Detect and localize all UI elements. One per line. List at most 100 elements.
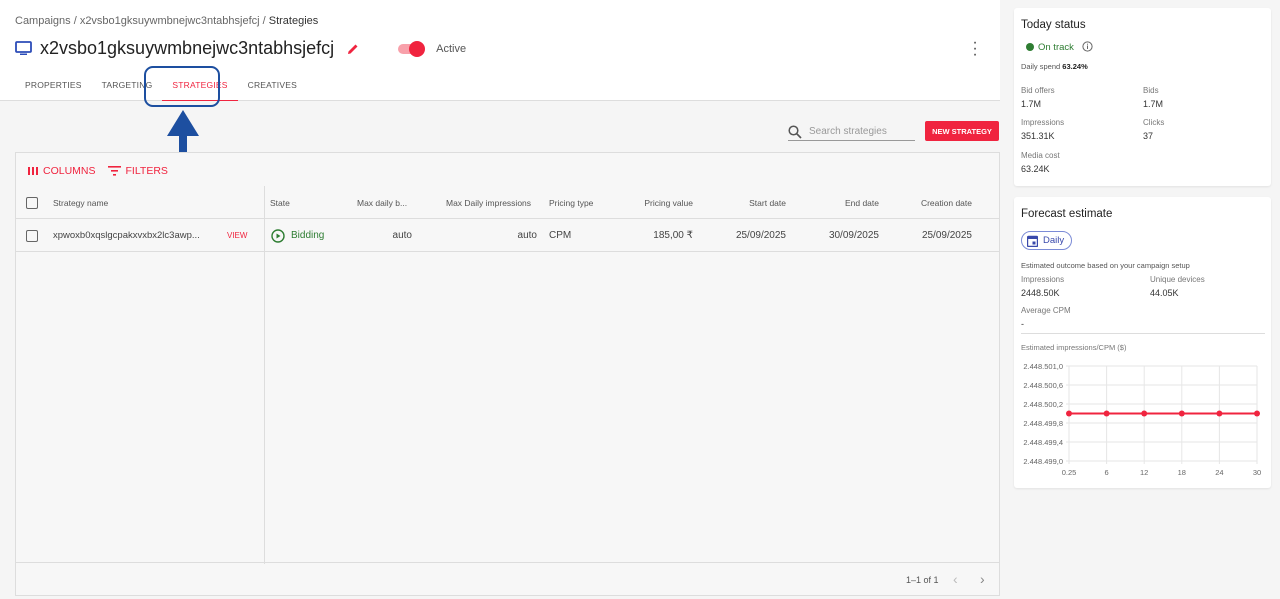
max-daily-budget: auto: [392, 230, 412, 241]
page-title: x2vsbo1gksuywmbnejwc3ntabhsjefcj: [40, 38, 335, 58]
x-tick-label: 0.25: [1062, 468, 1077, 477]
highlight-box: [144, 66, 220, 107]
daily-spend-value: 63.24%: [1062, 62, 1088, 71]
select-all-checkbox[interactable]: [26, 196, 38, 209]
impressions-label: Impressions: [1021, 118, 1065, 127]
table-header: Strategy name State Max daily b... Max D…: [16, 187, 999, 219]
prev-page-icon[interactable]: ‹: [953, 571, 958, 587]
period-chip[interactable]: Daily: [1021, 231, 1073, 250]
forecast-chart: 2.448.501,0 2.448.500,6 2.448.500,2 2.448.4…: [1023, 362, 1261, 477]
more-menu-icon[interactable]: · · ·: [970, 35, 980, 63]
y-tick-label: 2.448.500,2: [1023, 400, 1063, 409]
strategy-name: xpwoxb0xqslgcpakxvxbx2lc3awp...: [53, 230, 200, 241]
clicks-label: Clicks: [1143, 118, 1165, 127]
breadcrumb-campaigns[interactable]: Campaigns: [15, 15, 71, 27]
bids-value: 1.7M: [1143, 99, 1164, 109]
today-status-card: Today status On track Daily spend 63.24%…: [1014, 8, 1271, 186]
table-row: xpwoxb0xqslgcpakxvxbx2lc3awp... VIEW Bid…: [16, 220, 999, 252]
state-label: Bidding: [291, 230, 325, 241]
average-cpm-label: Average CPM: [1021, 306, 1071, 315]
period-label: Daily: [1043, 235, 1065, 246]
x-tick-label: 12: [1140, 468, 1148, 477]
average-cpm-value: -: [1021, 319, 1024, 329]
col-end-date[interactable]: End date: [845, 198, 879, 208]
info-icon[interactable]: [1082, 41, 1093, 52]
data-point: [1066, 410, 1072, 417]
data-point: [1178, 410, 1185, 417]
y-tick-label: 2.448.499,4: [1023, 438, 1063, 447]
columns-label: COLUMNS: [43, 165, 96, 177]
chart-title: Estimated impressions/CPM ($): [1021, 343, 1127, 352]
search-icon: [788, 124, 802, 139]
columns-icon: [28, 167, 38, 175]
col-max-daily-budget[interactable]: Max daily b...: [357, 198, 407, 208]
row-checkbox[interactable]: [26, 229, 38, 242]
x-tick-label: 18: [1178, 468, 1186, 477]
calendar-icon: [1027, 235, 1038, 247]
search-placeholder: Search strategies: [809, 126, 887, 137]
pagination: 1–1 of 1 ‹ ›: [16, 562, 999, 595]
on-track-label: On track: [1038, 42, 1074, 53]
max-daily-impressions: auto: [517, 230, 537, 241]
active-toggle[interactable]: [398, 40, 426, 57]
filters-button[interactable]: FILTERS: [107, 165, 168, 177]
forecast-title: Forecast estimate: [1021, 208, 1113, 220]
x-tick-label: 30: [1253, 468, 1261, 477]
forecast-card: Forecast estimate Daily Estimated outcom…: [1014, 197, 1271, 488]
y-tick-label: 2.448.500,6: [1023, 381, 1063, 390]
col-start-date[interactable]: Start date: [749, 198, 786, 208]
search-input[interactable]: Search strategies: [788, 123, 915, 141]
breadcrumb-current: Strategies: [268, 15, 319, 27]
strategies-table: COLUMNS FILTERS Strategy name State Max …: [15, 152, 1000, 596]
divider: [1021, 333, 1265, 334]
columns-button[interactable]: COLUMNS: [28, 165, 96, 177]
pricing-value: 185,00 ₹: [653, 230, 693, 241]
x-tick-label: 6: [1105, 468, 1109, 477]
x-tick-label: 24: [1215, 468, 1223, 477]
bid-offers-label: Bid offers: [1021, 86, 1055, 95]
y-tick-label: 2.448.499,8: [1023, 419, 1063, 428]
bids-label: Bids: [1143, 86, 1159, 95]
monitor-icon: [15, 41, 32, 55]
start-date: 25/09/2025: [735, 230, 786, 241]
new-strategy-button[interactable]: NEW STRATEGY: [925, 121, 999, 141]
y-tick-label: 2.448.501,0: [1023, 362, 1063, 371]
status-label: Active: [436, 42, 467, 55]
tab-creatives[interactable]: CREATIVES: [238, 76, 307, 101]
impressions-value: 351.31K: [1021, 131, 1055, 141]
data-point: [1254, 410, 1260, 417]
col-strategy-name[interactable]: Strategy name: [53, 198, 108, 208]
daily-spend-label: Daily spend 63.24%: [1021, 62, 1088, 71]
data-point: [1103, 410, 1110, 417]
view-link[interactable]: VIEW: [227, 231, 247, 240]
state-cell: Bidding: [271, 228, 325, 243]
main-area: Campaigns / x2vsbo1gksuywmbnejwc3ntabhsj…: [0, 0, 1000, 599]
unique-devices-label: Unique devices: [1150, 275, 1205, 284]
status-dot-icon: [1026, 43, 1034, 51]
next-page-icon[interactable]: ›: [980, 571, 985, 587]
pagination-label: 1–1 of 1: [906, 575, 939, 585]
pricing-type: CPM: [549, 230, 572, 241]
end-date: 30/09/2025: [828, 230, 879, 241]
col-max-daily-impressions[interactable]: Max Daily impressions: [446, 198, 531, 208]
forecast-description: Estimated outcome based on your campaign…: [1021, 261, 1190, 270]
forecast-impressions-value: 2448.50K: [1021, 288, 1060, 298]
breadcrumb-campaign[interactable]: x2vsbo1gksuywmbnejwc3ntabhsjefcj: [80, 15, 260, 27]
data-point: [1216, 410, 1223, 417]
play-circle-icon: [271, 228, 285, 243]
filters-label: FILTERS: [125, 165, 168, 177]
bid-offers-value: 1.7M: [1021, 99, 1042, 109]
col-pricing-value[interactable]: Pricing value: [644, 198, 693, 208]
clicks-value: 37: [1143, 131, 1154, 141]
tab-properties[interactable]: PROPERTIES: [15, 76, 92, 101]
creation-date: 25/09/2025: [921, 230, 972, 241]
edit-pencil-icon[interactable]: [346, 42, 360, 56]
data-point: [1141, 410, 1148, 417]
media-cost-label: Media cost: [1021, 151, 1060, 160]
y-tick-label: 2.448.499,0: [1023, 457, 1063, 466]
col-state[interactable]: State: [270, 198, 290, 208]
col-pricing-type[interactable]: Pricing type: [549, 198, 593, 208]
media-cost-value: 63.24K: [1021, 164, 1050, 174]
col-creation-date[interactable]: Creation date: [921, 198, 972, 208]
today-status-title: Today status: [1021, 19, 1086, 31]
